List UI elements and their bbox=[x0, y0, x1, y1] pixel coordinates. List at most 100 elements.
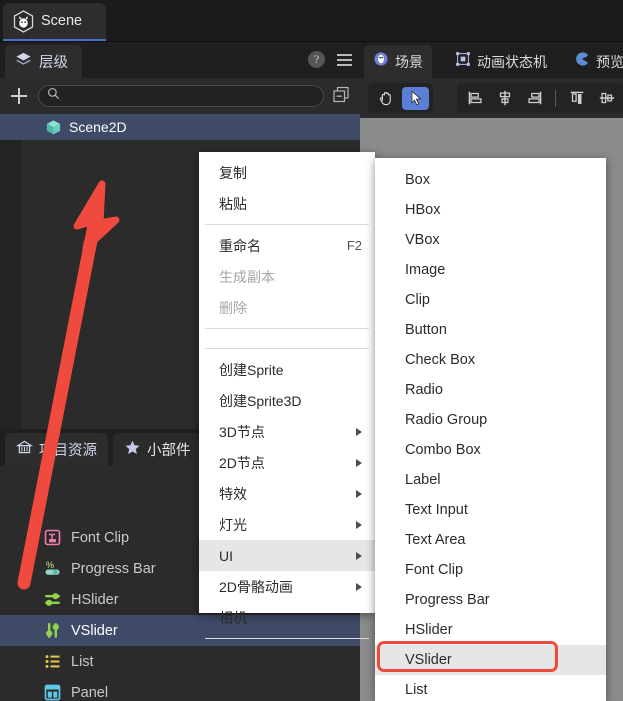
menu-gap bbox=[199, 334, 375, 343]
menu-item-label: 复制 bbox=[219, 163, 247, 183]
menu-item-2d-skeletal-animation[interactable]: 2D骨骼动画 bbox=[199, 571, 375, 602]
submenu-item-image[interactable]: Image bbox=[375, 255, 606, 285]
tab-scene[interactable]: 场景 bbox=[364, 45, 432, 78]
submenu-item-box[interactable]: Box bbox=[375, 165, 606, 195]
menu-item-label: 灯光 bbox=[219, 515, 247, 535]
submenu-item-hbox[interactable]: HBox bbox=[375, 195, 606, 225]
tab-animation-state-machine[interactable]: 动画状态机 bbox=[446, 45, 556, 78]
submenu-item-progress-bar[interactable]: Progress Bar bbox=[375, 585, 606, 615]
menu-item-paste[interactable]: 粘贴 bbox=[199, 188, 375, 219]
menu-item-label: 重命名 bbox=[219, 236, 261, 256]
tab-hierarchy-label: 层级 bbox=[39, 51, 68, 72]
font-clip-icon bbox=[43, 528, 62, 547]
submenu-item-vslider[interactable]: VSlider bbox=[375, 645, 606, 675]
toolbar-separator bbox=[555, 90, 556, 107]
menu-separator bbox=[205, 638, 369, 639]
collapse-all-icon[interactable] bbox=[332, 86, 352, 106]
chevron-right-icon bbox=[356, 459, 362, 467]
menu-item-label: 特效 bbox=[219, 484, 247, 504]
menu-item-label: 创建Sprite3D bbox=[219, 391, 301, 411]
align-center-horizontal-icon[interactable] bbox=[491, 87, 518, 110]
submenu-item-radio-group[interactable]: Radio Group bbox=[375, 405, 606, 435]
plus-icon[interactable] bbox=[8, 85, 30, 107]
submenu-item-list[interactable]: List bbox=[375, 675, 606, 701]
submenu-item-button[interactable]: Button bbox=[375, 315, 606, 345]
menu-item-label: 生成副本 bbox=[219, 267, 275, 287]
menu-item-effects[interactable]: 特效 bbox=[199, 478, 375, 509]
hand-tool-icon[interactable] bbox=[372, 87, 399, 110]
list-item-label: List bbox=[71, 654, 94, 670]
submenu-item-radio[interactable]: Radio bbox=[375, 375, 606, 405]
hamburger-menu-icon[interactable] bbox=[337, 54, 352, 66]
menu-item-create-sprite[interactable]: 创建Sprite bbox=[199, 354, 375, 385]
list-item-label: Progress Bar bbox=[71, 561, 156, 577]
menu-item-copy[interactable]: 复制 bbox=[199, 157, 375, 188]
submenu-item-text-input[interactable]: Text Input bbox=[375, 495, 606, 525]
ui-submenu: Box HBox VBox Image Clip Button Check Bo… bbox=[375, 158, 606, 701]
tab-scene-label: 场景 bbox=[395, 52, 423, 72]
align-middle-vertical-icon[interactable] bbox=[593, 87, 620, 110]
select-tool-icon[interactable] bbox=[402, 87, 429, 110]
list-item-label: Panel bbox=[71, 685, 108, 701]
app-window: Scene 层级 ? bbox=[0, 0, 623, 701]
tab-widgets-label: 小部件 bbox=[147, 439, 191, 460]
window-tab-scene[interactable]: Scene bbox=[3, 3, 106, 41]
search-box[interactable] bbox=[38, 85, 324, 107]
list-item[interactable]: Panel bbox=[0, 677, 360, 701]
chevron-right-icon bbox=[356, 490, 362, 498]
menu-item-label: 粘贴 bbox=[219, 194, 247, 214]
scene-toolbar bbox=[360, 78, 623, 118]
chevron-right-icon bbox=[356, 521, 362, 529]
menu-item-duplicate: 生成副本 bbox=[199, 261, 375, 292]
menu-item-label: 相机 bbox=[219, 608, 247, 628]
align-top-icon[interactable] bbox=[563, 87, 590, 110]
submenu-item-check-box[interactable]: Check Box bbox=[375, 345, 606, 375]
menu-separator bbox=[205, 224, 369, 225]
menu-item-camera[interactable]: 相机 bbox=[199, 602, 375, 633]
submenu-item-clip[interactable]: Clip bbox=[375, 285, 606, 315]
menu-item-label: UI bbox=[219, 548, 233, 564]
hierarchy-tabstrip: 层级 ? bbox=[0, 42, 360, 78]
submenu-item-font-clip[interactable]: Font Clip bbox=[375, 555, 606, 585]
submenu-item-text-area[interactable]: Text Area bbox=[375, 525, 606, 555]
context-menu: 复制 粘贴 重命名 F2 生成副本 删除 创建Sprite 创建Sprite3D… bbox=[199, 152, 375, 613]
tab-animation-state-machine-label: 动画状态机 bbox=[477, 52, 547, 72]
submenu-item-hslider[interactable]: HSlider bbox=[375, 615, 606, 645]
tab-preview[interactable]: 预览 bbox=[565, 45, 623, 78]
tree-row-scene2d[interactable]: Scene2D bbox=[0, 114, 360, 140]
menu-item-rename[interactable]: 重命名 F2 bbox=[199, 230, 375, 261]
submenu-item-combo-box[interactable]: Combo Box bbox=[375, 435, 606, 465]
chevron-right-icon bbox=[356, 583, 362, 591]
list-item-label: VSlider bbox=[71, 623, 118, 639]
window-tab-scene-label: Scene bbox=[41, 13, 82, 29]
menu-item-ui[interactable]: UI bbox=[199, 540, 375, 571]
align-right-icon[interactable] bbox=[521, 87, 548, 110]
submenu-item-label[interactable]: Label bbox=[375, 465, 606, 495]
svg-text:%: % bbox=[46, 560, 54, 570]
menu-separator bbox=[205, 328, 369, 329]
tool-group-transform bbox=[368, 83, 433, 113]
tab-preview-label: 预览 bbox=[596, 52, 623, 72]
submenu-item-vbox[interactable]: VBox bbox=[375, 225, 606, 255]
tab-hierarchy[interactable]: 层级 bbox=[5, 45, 82, 78]
menu-item-lights[interactable]: 灯光 bbox=[199, 509, 375, 540]
search-input[interactable] bbox=[66, 89, 315, 103]
tab-project-assets[interactable]: 项目资源 bbox=[5, 433, 108, 466]
help-icon[interactable]: ? bbox=[308, 51, 325, 68]
menu-item-create-sprite3d[interactable]: 创建Sprite3D bbox=[199, 385, 375, 416]
menu-item-2d-node[interactable]: 2D节点 bbox=[199, 447, 375, 478]
menu-item-3d-node[interactable]: 3D节点 bbox=[199, 416, 375, 447]
hexagon-cat-logo-icon bbox=[13, 10, 34, 33]
vslider-icon bbox=[43, 621, 62, 640]
menu-item-label: 2D骨骼动画 bbox=[219, 577, 293, 597]
preview-icon bbox=[574, 51, 590, 72]
tree-gutter bbox=[0, 114, 22, 429]
tab-project-assets-label: 项目资源 bbox=[39, 439, 97, 460]
menu-item-label: 创建Sprite bbox=[219, 360, 284, 380]
list-item[interactable]: List bbox=[0, 646, 360, 677]
chevron-right-icon bbox=[356, 552, 362, 560]
align-left-icon[interactable] bbox=[461, 87, 488, 110]
tree-row-label: Scene2D bbox=[69, 119, 127, 135]
menu-separator bbox=[205, 348, 369, 349]
tab-widgets[interactable]: 小部件 bbox=[113, 433, 202, 466]
